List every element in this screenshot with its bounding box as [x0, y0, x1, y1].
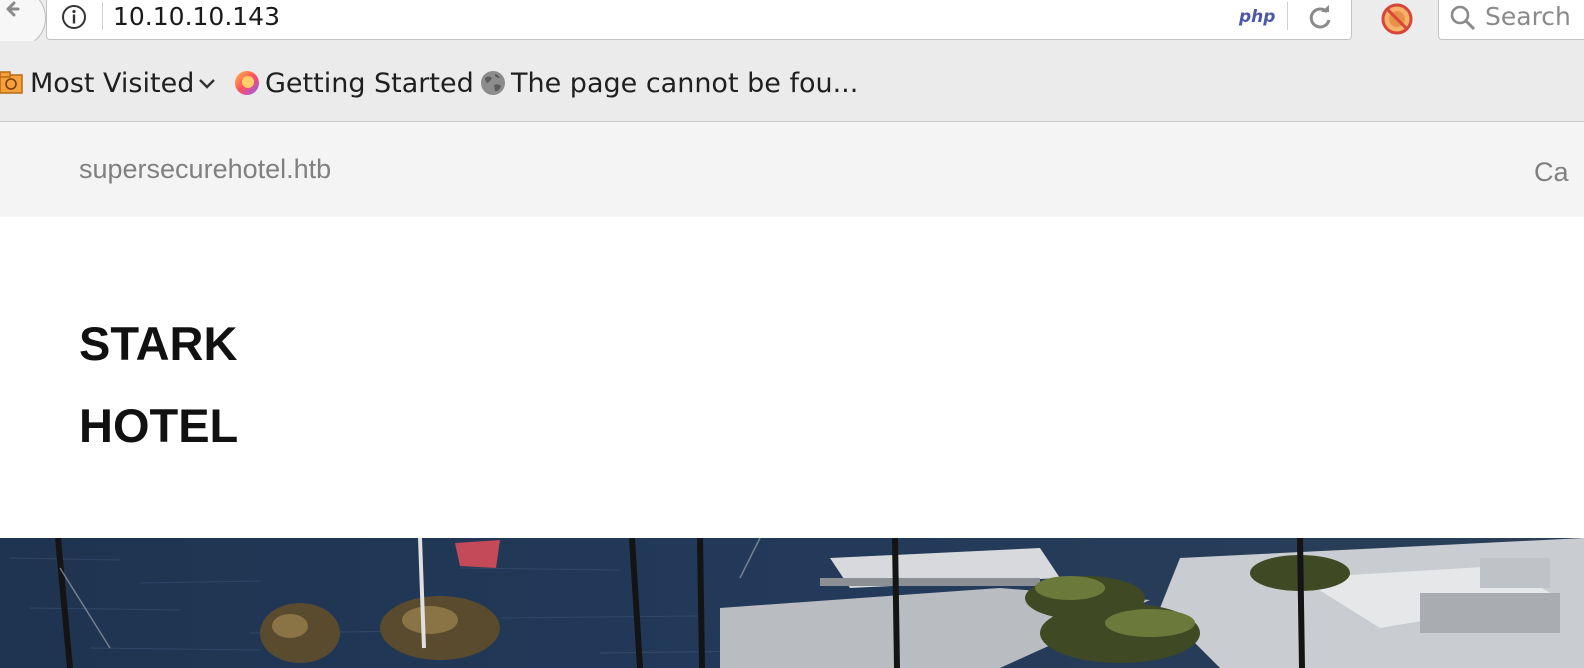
search-placeholder: Search — [1485, 2, 1571, 31]
bookmark-label: The page cannot be fou... — [511, 67, 859, 99]
bookmark-page-cannot-be-found[interactable]: The page cannot be fou... — [479, 63, 858, 103]
info-icon[interactable] — [61, 4, 87, 30]
firefox-icon — [235, 71, 259, 95]
hotel-title-line-1: STARK — [79, 317, 238, 370]
hotel-title-line-2: HOTEL — [79, 399, 239, 452]
search-icon — [1450, 5, 1476, 31]
hero-section: STARK HOTEL — [0, 217, 1584, 538]
browser-toolbar: 10.10.10.143 php Search — [0, 0, 1584, 48]
back-arrow-icon — [6, 1, 20, 17]
hotel-title: STARK HOTEL — [79, 303, 238, 467]
chevron-down-icon — [199, 79, 216, 89]
bookmark-label: Getting Started — [265, 67, 474, 99]
url-separator — [102, 2, 103, 30]
reload-icon[interactable] — [1305, 3, 1335, 33]
folder-icon — [0, 71, 23, 94]
php-icon[interactable]: php — [1239, 4, 1275, 30]
bookmark-label: Most Visited — [30, 67, 195, 99]
bookmark-most-visited[interactable]: Most Visited — [0, 63, 218, 103]
bookmark-getting-started[interactable]: Getting Started — [233, 63, 474, 103]
site-header: supersecurehotel.htb Ca — [0, 122, 1584, 217]
url-separator — [1287, 2, 1288, 30]
site-domain-link[interactable]: supersecurehotel.htb — [79, 152, 331, 186]
harbor-image — [0, 538, 1584, 668]
url-text[interactable]: 10.10.10.143 — [113, 0, 280, 37]
bookmarks-bar: Most Visited Getting Started The page ca… — [0, 41, 1584, 122]
address-bar[interactable]: 10.10.10.143 php — [46, 0, 1352, 40]
globe-icon — [481, 71, 505, 95]
extension-blocker-icon[interactable] — [1380, 2, 1414, 36]
site-nav-link[interactable]: Ca — [1534, 155, 1569, 189]
search-bar[interactable]: Search — [1438, 0, 1584, 40]
hero-photo — [0, 538, 1584, 668]
